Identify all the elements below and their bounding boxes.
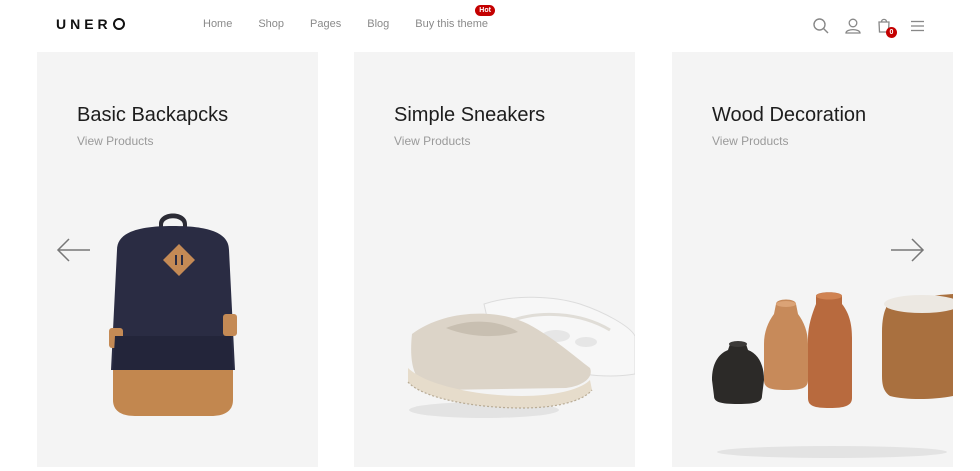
slider-prev-arrow[interactable] xyxy=(56,236,92,264)
slider-next-arrow[interactable] xyxy=(889,236,925,264)
backpack-image xyxy=(109,213,237,416)
arrow-right-icon xyxy=(891,238,925,262)
slide-title: Basic Backapcks xyxy=(77,104,229,126)
nav-pages[interactable]: Pages xyxy=(310,18,341,30)
slide-title: Simple Sneakers xyxy=(394,104,546,126)
arrow-left-icon xyxy=(56,238,90,262)
view-products-link[interactable]: View Products xyxy=(394,134,470,148)
site-header: UNER Home Shop Pages Blog Buy this theme… xyxy=(0,0,980,50)
user-icon[interactable] xyxy=(844,17,862,35)
menu-icon[interactable] xyxy=(909,17,927,35)
wood-vases-image xyxy=(712,292,953,458)
nav-blog[interactable]: Blog xyxy=(367,18,389,30)
cart-count-badge: 0 xyxy=(886,27,897,38)
nav-home[interactable]: Home xyxy=(203,18,232,30)
logo-o-mark xyxy=(112,18,125,30)
view-products-link[interactable]: View Products xyxy=(77,134,153,148)
slide-sneakers[interactable]: Simple Sneakers View Products xyxy=(354,52,635,467)
cart-icon[interactable]: 0 xyxy=(876,17,897,38)
view-products-link[interactable]: View Products xyxy=(712,134,788,148)
slide-title: Wood Decoration xyxy=(712,104,867,126)
nav-buy-label: Buy this theme xyxy=(415,18,489,30)
nav-shop[interactable]: Shop xyxy=(258,18,284,30)
hot-badge: Hot xyxy=(475,5,495,16)
logo[interactable]: UNER xyxy=(56,16,125,32)
sneakers-image xyxy=(407,296,635,418)
main-nav: Home Shop Pages Blog Buy this theme Hot xyxy=(203,5,495,30)
nav-buy-this-theme[interactable]: Buy this theme Hot xyxy=(415,5,495,30)
search-icon[interactable] xyxy=(812,17,830,35)
